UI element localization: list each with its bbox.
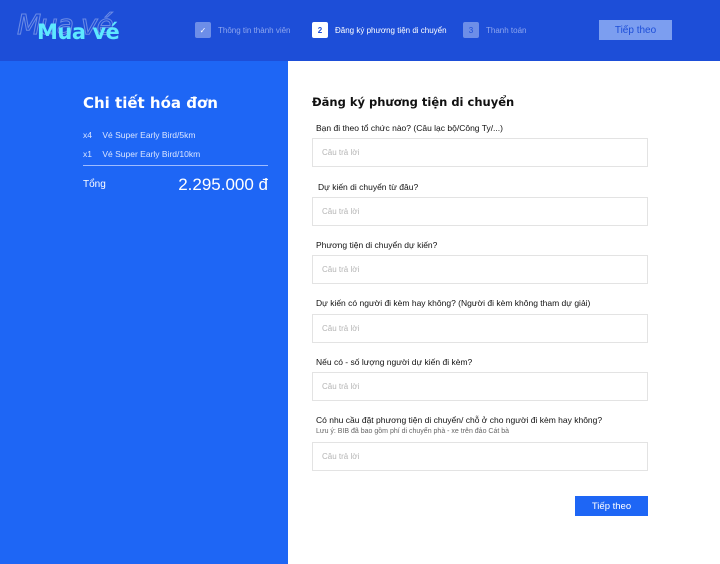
step-number: 2	[312, 22, 328, 38]
logo-text: Mua vé	[37, 20, 120, 44]
question-label: Dự kiến có người đi kèm hay không? (Ngườ…	[316, 298, 591, 308]
form-title: Đăng ký phương tiện di chuyển	[312, 95, 515, 109]
question-label: Dự kiến di chuyển từ đâu?	[318, 182, 419, 192]
organization-input[interactable]	[312, 138, 648, 167]
divider	[83, 165, 268, 166]
total-value: 2.295.000 đ	[178, 175, 268, 194]
step-member-info[interactable]: ✓ Thông tin thành viên	[195, 21, 291, 39]
question-label: Bạn đi theo tổ chức nào? (Câu lạc bộ/Côn…	[316, 123, 503, 133]
companion-booking-input[interactable]	[312, 442, 648, 471]
question-label: Nếu có - số lượng người dự kiến đi kèm?	[316, 357, 473, 367]
transport-input[interactable]	[312, 255, 648, 284]
invoice-item: x1 Vé Super Early Bird/10km	[83, 149, 200, 159]
invoice-title: Chi tiết hóa đơn	[83, 94, 218, 112]
step-transport-registration[interactable]: 2 Đăng ký phương tiện di chuyển	[312, 21, 447, 39]
invoice-item: x4 Vé Super Early Bird/5km	[83, 130, 195, 140]
question-note: Lưu ý: BIB đã bao gồm phí di chuyển phà …	[316, 428, 510, 435]
step-label: Thông tin thành viên	[218, 25, 291, 35]
question-label: Phương tiện di chuyển dự kiến?	[316, 240, 438, 250]
check-icon: ✓	[195, 22, 211, 38]
item-quantity: x4	[83, 130, 92, 140]
item-name: Vé Super Early Bird/5km	[102, 130, 196, 140]
logo[interactable]: Mua vé Mua vé	[17, 8, 127, 52]
companion-input[interactable]	[312, 314, 648, 343]
top-header: Mua vé Mua vé ✓ Thông tin thành viên 2 Đ…	[0, 0, 720, 61]
step-number: 3	[463, 22, 479, 38]
total-label: Tổng	[83, 179, 106, 190]
departure-input[interactable]	[312, 197, 648, 226]
next-button[interactable]: Tiếp theo	[575, 496, 648, 516]
step-label: Thanh toán	[486, 25, 527, 35]
header-next-button[interactable]: Tiếp theo	[599, 20, 672, 40]
item-name: Vé Super Early Bird/10km	[102, 149, 201, 159]
invoice-panel: Chi tiết hóa đơn x4 Vé Super Early Bird/…	[0, 61, 288, 564]
companion-count-input[interactable]	[312, 372, 648, 401]
item-quantity: x1	[83, 149, 92, 159]
step-label: Đăng ký phương tiện di chuyển	[335, 25, 447, 35]
step-payment[interactable]: 3 Thanh toán	[463, 21, 526, 39]
question-label: Có nhu cầu đặt phương tiện di chuyển/ ch…	[316, 415, 603, 425]
